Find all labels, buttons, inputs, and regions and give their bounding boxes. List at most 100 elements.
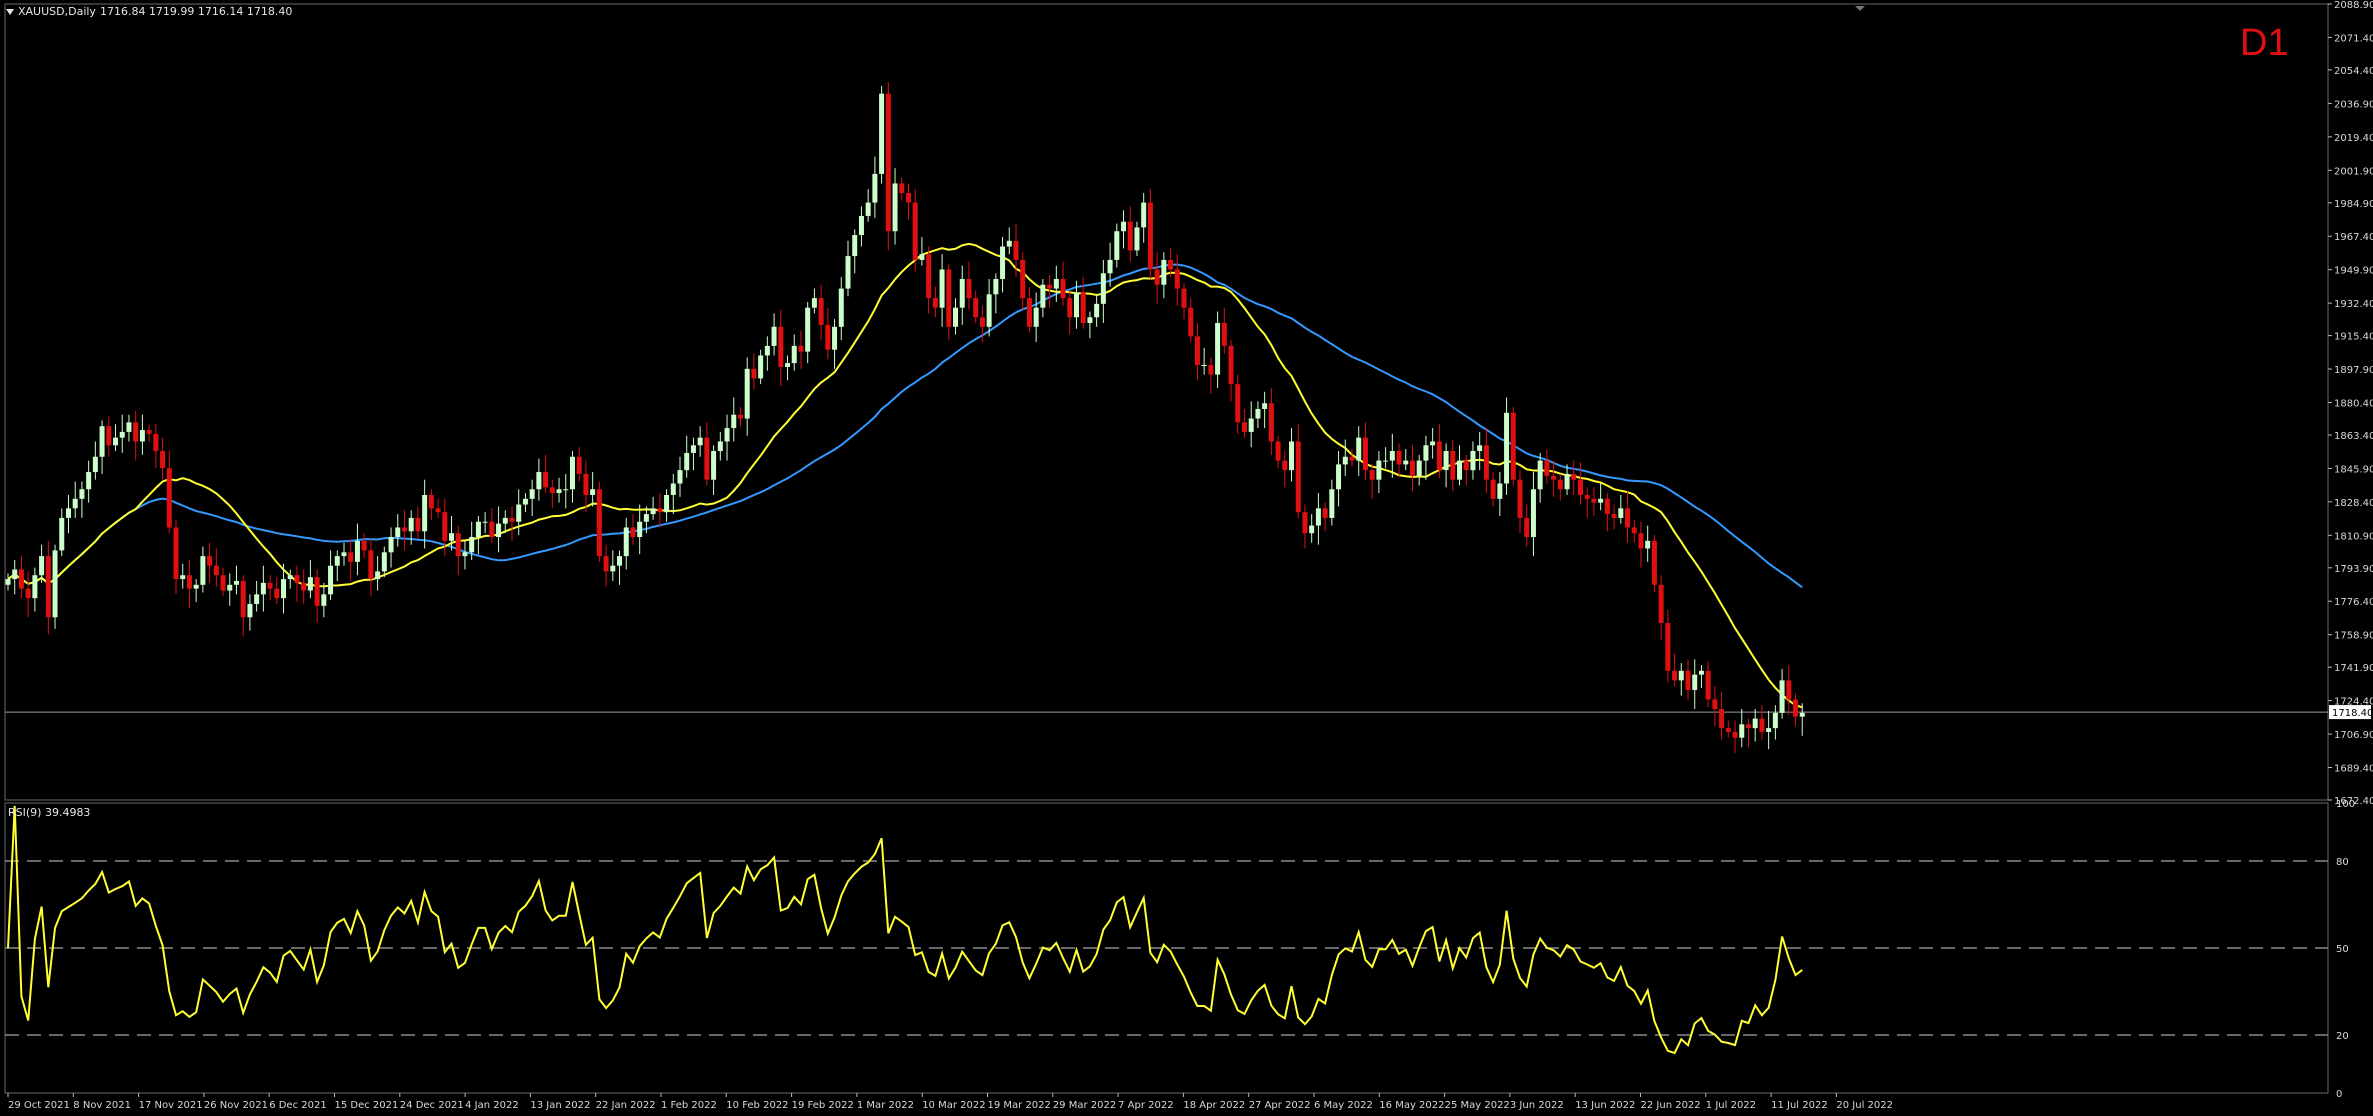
candle-body xyxy=(233,580,239,585)
candle-body xyxy=(617,556,623,566)
rsi-axis: 100 80 50 20 0 xyxy=(2336,799,2355,1100)
candle-body xyxy=(381,552,387,572)
candle-body xyxy=(328,565,334,595)
dropdown-arrow-icon[interactable] xyxy=(6,8,14,15)
candle-body xyxy=(569,456,575,490)
candle-body xyxy=(354,540,360,562)
candle-body xyxy=(388,537,394,553)
candle-body xyxy=(1121,221,1127,232)
candle-body xyxy=(92,456,98,473)
candle-body xyxy=(1362,437,1368,471)
candle-body xyxy=(1356,437,1362,461)
candle-body xyxy=(852,235,858,257)
time-tick-label: 29 Oct 2021 xyxy=(8,1100,70,1111)
time-tick-label: 1 Feb 2022 xyxy=(661,1100,717,1111)
candle-body xyxy=(166,468,172,528)
candle-body xyxy=(133,422,139,442)
candle-body xyxy=(1786,680,1792,700)
candle-body xyxy=(1147,202,1153,270)
candle-body xyxy=(556,489,562,494)
candle-body xyxy=(758,355,764,379)
candle-body xyxy=(1262,403,1268,409)
price-tick-label: 1915.40 xyxy=(2334,332,2373,343)
candle-body xyxy=(1685,670,1691,690)
symbol-label: XAUUSD,Daily xyxy=(18,5,96,18)
time-tick-label: 25 May 2022 xyxy=(1445,1100,1510,1111)
candle-body xyxy=(1127,221,1133,251)
rsi-tick-label: 0 xyxy=(2336,1089,2342,1100)
candle-body xyxy=(1779,680,1785,713)
price-tick-label: 1967.40 xyxy=(2334,232,2373,243)
candle-body xyxy=(1114,231,1120,260)
candle-body xyxy=(690,445,696,453)
candle-body xyxy=(1544,460,1550,476)
candle-body xyxy=(496,523,502,538)
candle-body xyxy=(919,254,925,260)
candle-body xyxy=(1383,460,1389,462)
candle-body xyxy=(489,521,495,538)
candle-body xyxy=(1060,279,1066,299)
rsi-tick-label: 100 xyxy=(2336,799,2355,810)
candle-body xyxy=(415,517,421,532)
candle-body xyxy=(1248,418,1254,432)
candle-body xyxy=(1047,284,1053,289)
time-tick-label: 22 Jan 2022 xyxy=(596,1100,656,1111)
time-axis: 29 Oct 2021 8 Nov 2021 17 Nov 2021 26 Nov 2… xyxy=(7,1093,1893,1111)
candle-body xyxy=(86,472,92,490)
candle-body xyxy=(798,345,804,352)
candle-body xyxy=(1705,670,1711,700)
candle-body xyxy=(1342,456,1348,465)
time-tick-label: 27 Apr 2022 xyxy=(1249,1100,1311,1111)
candle-body xyxy=(1302,512,1308,534)
candle-body xyxy=(119,431,125,438)
time-tick-label: 16 May 2022 xyxy=(1379,1100,1444,1111)
price-tick-label: 1741.90 xyxy=(2334,663,2373,674)
candle-body xyxy=(1477,445,1483,452)
candle-body xyxy=(650,508,656,515)
candle-body xyxy=(1026,298,1032,327)
candle-body xyxy=(724,428,730,442)
candle-body xyxy=(966,279,972,299)
candle-body xyxy=(939,269,945,308)
candle-body xyxy=(865,202,871,216)
candle-body xyxy=(1309,525,1315,534)
candle-body xyxy=(1336,464,1342,490)
candle-body xyxy=(1228,345,1234,385)
candle-body xyxy=(173,527,179,580)
candle-body xyxy=(502,517,508,524)
candle-body xyxy=(1678,670,1684,681)
candle-body xyxy=(1719,709,1725,729)
candle-body xyxy=(1598,498,1604,503)
candle-body xyxy=(1369,470,1375,480)
candle-body xyxy=(1759,718,1765,732)
price-tick-label: 1932.40 xyxy=(2334,299,2373,310)
candle-body xyxy=(973,298,979,318)
rsi-pane xyxy=(4,802,2329,1094)
price-tick-label: 1828.40 xyxy=(2334,498,2373,509)
candle-body xyxy=(623,527,629,557)
candle-body xyxy=(811,298,817,308)
candle-body xyxy=(1188,307,1194,337)
price-tick-label: 2071.40 xyxy=(2334,33,2373,44)
price-tick-label: 1897.90 xyxy=(2334,365,2373,376)
candle-body xyxy=(1322,508,1328,518)
candle-body xyxy=(1389,451,1395,461)
candle-body xyxy=(979,317,985,327)
candle-body xyxy=(462,552,468,557)
candle-body xyxy=(267,582,273,589)
candle-body xyxy=(375,571,381,580)
ohlc-label: 1716.84 1719.99 1716.14 1718.40 xyxy=(99,5,293,18)
price-tick-label: 1776.40 xyxy=(2334,597,2373,608)
candle-body xyxy=(39,556,45,576)
time-tick-label: 19 Mar 2022 xyxy=(988,1100,1051,1111)
time-tick-label: 18 Apr 2022 xyxy=(1183,1100,1245,1111)
candle-body xyxy=(449,533,455,541)
candle-body xyxy=(731,414,737,429)
candle-body xyxy=(1013,240,1019,260)
candle-body xyxy=(1201,365,1207,367)
candle-body xyxy=(1430,441,1436,446)
candle-body xyxy=(25,588,31,599)
candle-body xyxy=(227,584,233,591)
time-tick-label: 1 Jul 2022 xyxy=(1706,1100,1756,1111)
candle-body xyxy=(1087,317,1093,323)
